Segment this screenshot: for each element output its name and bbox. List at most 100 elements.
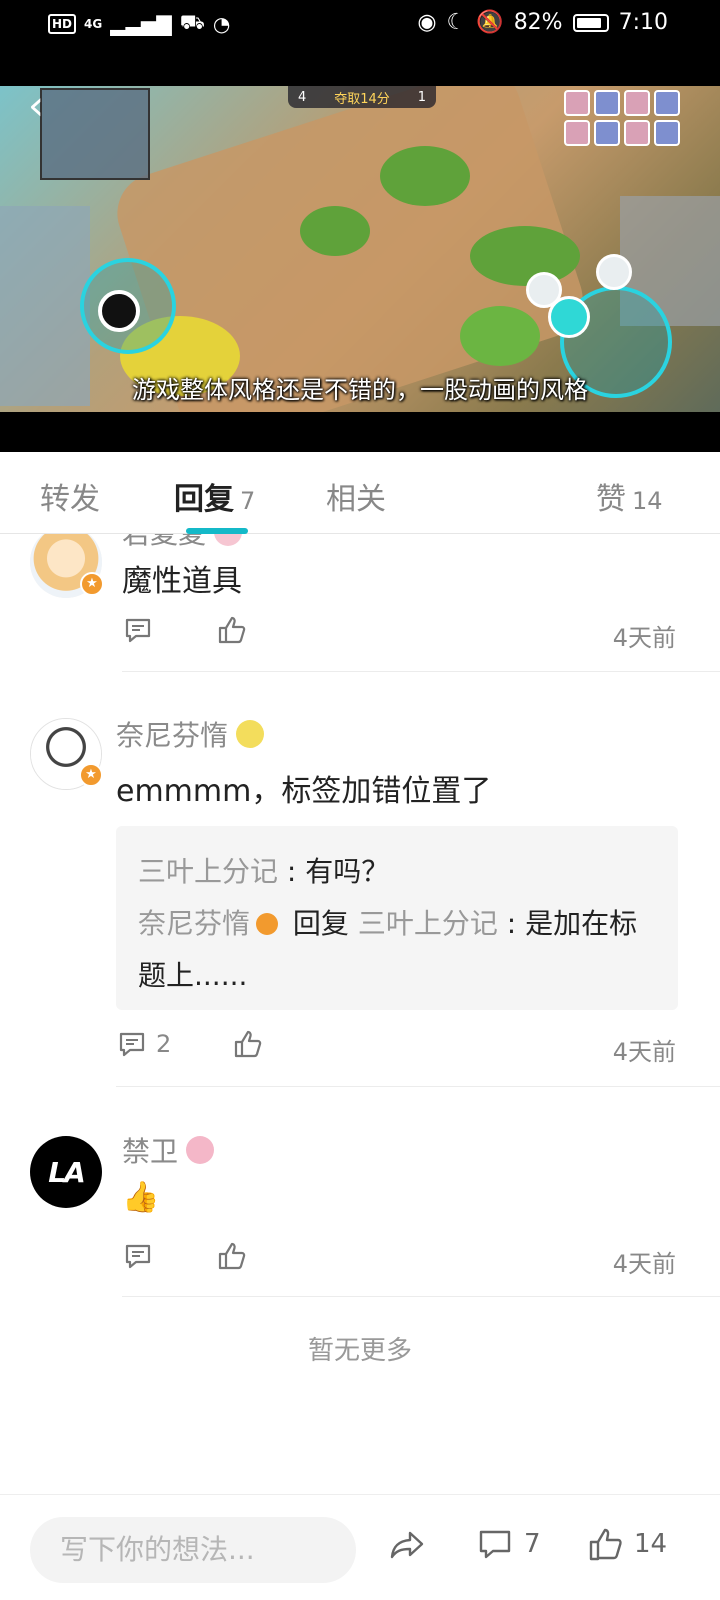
comment-time: 4天前 bbox=[612, 1038, 676, 1066]
quote-separator: : bbox=[497, 907, 526, 940]
status-right: ◉ ☾ 🔕 82% 7:10 bbox=[417, 10, 668, 35]
comment-button[interactable]: 7 bbox=[476, 1525, 541, 1563]
no-more-text: 暂无更多 bbox=[307, 1336, 412, 1366]
quote-text: 有吗？ bbox=[305, 855, 390, 888]
comment-count: 7 bbox=[524, 1529, 541, 1559]
thumbs-up-icon bbox=[589, 1528, 622, 1561]
tab-reply[interactable]: 回复 7 bbox=[174, 474, 255, 518]
comment-input[interactable]: 写下你的想法... bbox=[30, 1517, 356, 1583]
tab-reply-label: 回复 bbox=[174, 482, 234, 517]
eye-icon: ◉ bbox=[417, 10, 437, 35]
username-text: 奈尼芬惰 bbox=[116, 719, 229, 752]
username-text: 君夏夏 bbox=[122, 534, 206, 550]
status-bar: HD 4G ▂▃▅▇ ⛟ ◔ ◉ ☾ 🔕 82% 7:10 bbox=[0, 0, 720, 86]
hd-indicator: HD bbox=[48, 13, 77, 34]
comment-icon bbox=[479, 1530, 511, 1559]
vpn-icon: ⛟ bbox=[179, 10, 205, 34]
quote-separator: : bbox=[278, 855, 306, 888]
avatar[interactable]: LA bbox=[30, 1136, 102, 1208]
username[interactable]: 禁卫 bbox=[122, 1130, 215, 1170]
comment-icon bbox=[125, 618, 151, 643]
game-palm bbox=[460, 306, 540, 366]
comment-content: 魔性道具 bbox=[122, 564, 242, 599]
quote-line: 奈尼芬惰 回复 三叶上分记 : 是加在标题上...... bbox=[138, 898, 656, 1002]
video-bottom-bar bbox=[0, 412, 720, 452]
status-left: HD 4G ▂▃▅▇ ⛟ ◔ bbox=[48, 10, 230, 37]
reply-button[interactable]: 2 bbox=[116, 1028, 171, 1060]
reply-button[interactable] bbox=[122, 1240, 154, 1272]
tab-likes[interactable]: 赞 14 bbox=[596, 474, 663, 518]
game-palm bbox=[470, 226, 580, 286]
tab-bar: 转发 回复 7 相关 赞 14 bbox=[0, 452, 720, 534]
game-joystick bbox=[80, 258, 176, 354]
like-button[interactable]: 14 bbox=[586, 1525, 667, 1563]
divider bbox=[116, 1086, 720, 1087]
comment-content: emmmm，标签加错位置了 bbox=[116, 774, 492, 809]
quote-line: 三叶上分记 : 有吗？ bbox=[138, 846, 656, 898]
game-skill-button bbox=[596, 254, 632, 290]
back-arrow-icon[interactable]: ‹ bbox=[28, 86, 44, 126]
comment-time: 4天前 bbox=[612, 624, 676, 652]
tab-related[interactable]: 相关 bbox=[326, 474, 386, 518]
reply-quote-box[interactable]: 三叶上分记 : 有吗？ 奈尼芬惰 回复 三叶上分记 : 是加在标题上...... bbox=[116, 826, 678, 1010]
user-emoji-icon bbox=[236, 720, 265, 748]
tab-forward-label: 转发 bbox=[40, 482, 100, 517]
mute-icon: 🔕 bbox=[476, 10, 504, 35]
verified-badge-icon bbox=[256, 913, 279, 935]
comment-actions: 4天前 bbox=[0, 1240, 720, 1280]
score-title: 夺取14分 bbox=[334, 91, 390, 107]
video-subtitle: 游戏整体风格还是不错的，一股动画的风格 bbox=[132, 376, 588, 404]
timer-icon: ◔ bbox=[212, 11, 231, 36]
reply-count: 2 bbox=[156, 1030, 172, 1058]
comment-icon bbox=[125, 1244, 151, 1269]
tab-likes-count: 14 bbox=[632, 487, 663, 515]
divider bbox=[122, 1296, 720, 1297]
thumbs-up-icon bbox=[218, 1242, 246, 1270]
game-palm bbox=[380, 146, 470, 206]
user-emoji-icon bbox=[186, 1136, 215, 1164]
comment-actions: 4天前 bbox=[0, 614, 720, 654]
username[interactable]: 君夏夏 bbox=[122, 534, 243, 552]
divider bbox=[122, 671, 720, 672]
share-button[interactable] bbox=[388, 1525, 426, 1563]
tab-forward[interactable]: 转发 bbox=[40, 474, 100, 518]
comment-list[interactable]: ★ 君夏夏 魔性道具 4天前 ★ 奈尼芬惰 emmmm，标签加错位置了 bbox=[0, 534, 720, 1494]
quote-username[interactable]: 奈尼芬惰 bbox=[138, 907, 250, 940]
comment-content: 👍 bbox=[122, 1180, 160, 1215]
like-count: 14 bbox=[634, 1529, 668, 1559]
quote-reply-word: 回复 bbox=[292, 907, 349, 940]
tab-reply-count: 7 bbox=[240, 487, 256, 515]
tab-related-label: 相关 bbox=[326, 482, 386, 517]
reply-button[interactable] bbox=[122, 614, 154, 646]
network-type: 4G bbox=[84, 16, 103, 31]
avatar[interactable]: ★ bbox=[30, 534, 104, 598]
clock: 7:10 bbox=[618, 10, 668, 35]
like-button[interactable] bbox=[232, 1028, 264, 1060]
quote-reply-target[interactable]: 三叶上分记 bbox=[358, 907, 498, 940]
game-skill-button bbox=[526, 272, 562, 308]
like-button[interactable] bbox=[216, 614, 248, 646]
quote-username[interactable]: 三叶上分记 bbox=[138, 855, 278, 888]
signal-icon: ▂▃▅▇ bbox=[110, 11, 172, 36]
game-score: 4 夺取14分 1 bbox=[288, 86, 436, 108]
thumbs-up-icon bbox=[218, 616, 246, 644]
moon-icon: ☾ bbox=[446, 10, 467, 35]
thumbs-up-icon bbox=[234, 1030, 262, 1058]
logo-icon: LA bbox=[48, 1155, 86, 1189]
verified-badge-icon: ★ bbox=[80, 572, 104, 596]
bottom-bar: 写下你的想法... 7 14 bbox=[0, 1494, 720, 1600]
game-team-avatars bbox=[564, 90, 680, 146]
username-text: 禁卫 bbox=[122, 1135, 179, 1168]
score-right: 1 bbox=[417, 89, 426, 105]
video-player[interactable]: 4 夺取14分 1 ‹ 游戏整体风格还是不错的，一股动画的风格 bbox=[0, 86, 720, 412]
user-emoji-icon bbox=[214, 534, 243, 546]
username[interactable]: 奈尼芬惰 bbox=[116, 714, 265, 754]
battery-percent: 82% bbox=[513, 10, 563, 35]
like-button[interactable] bbox=[216, 1240, 248, 1272]
game-minimap bbox=[40, 88, 150, 180]
tab-likes-label: 赞 bbox=[596, 482, 626, 517]
game-palm bbox=[300, 206, 370, 256]
score-left: 4 bbox=[298, 89, 307, 105]
avatar[interactable]: ★ bbox=[30, 718, 103, 790]
share-icon bbox=[390, 1531, 424, 1559]
